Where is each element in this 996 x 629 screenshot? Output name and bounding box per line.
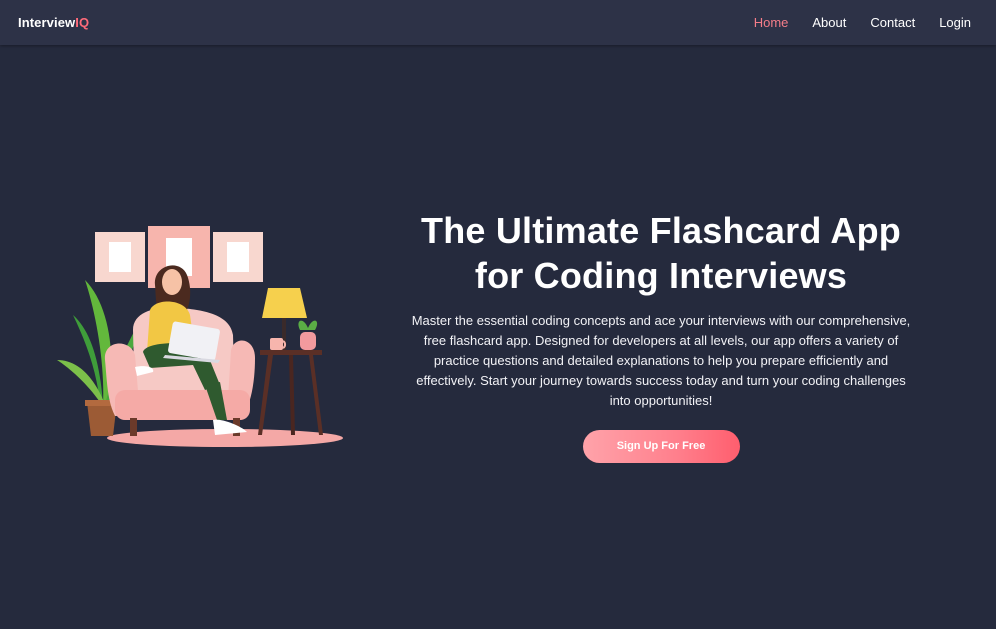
- small-plant-icon: [298, 320, 318, 350]
- hero-title: The Ultimate Flashcard App for Coding Int…: [400, 208, 922, 298]
- nav-links: Home About Contact Login: [730, 15, 971, 30]
- hero-section: The Ultimate Flashcard App for Coding Int…: [400, 208, 922, 463]
- brand-name: Interview: [18, 15, 76, 30]
- mug-icon: [270, 338, 287, 350]
- brand-accent: IQ: [75, 15, 90, 30]
- brand-logo[interactable]: InterviewIQ: [18, 15, 89, 30]
- nav-link-about[interactable]: About: [812, 15, 846, 30]
- hero-title-line2: for Coding Interviews: [474, 255, 848, 296]
- hero-illustration: [57, 226, 343, 447]
- hero-description: Master the essential coding concepts and…: [411, 313, 911, 408]
- nav-link-home[interactable]: Home: [754, 15, 789, 30]
- nav-link-contact[interactable]: Contact: [870, 15, 915, 30]
- navbar: InterviewIQ Home About Contact Login: [0, 0, 996, 45]
- sign-up-button[interactable]: Sign Up For Free: [582, 430, 740, 463]
- hero-title-line1: The Ultimate Flashcard App: [421, 210, 901, 251]
- side-table: [258, 350, 323, 435]
- nav-link-login[interactable]: Login: [939, 15, 971, 30]
